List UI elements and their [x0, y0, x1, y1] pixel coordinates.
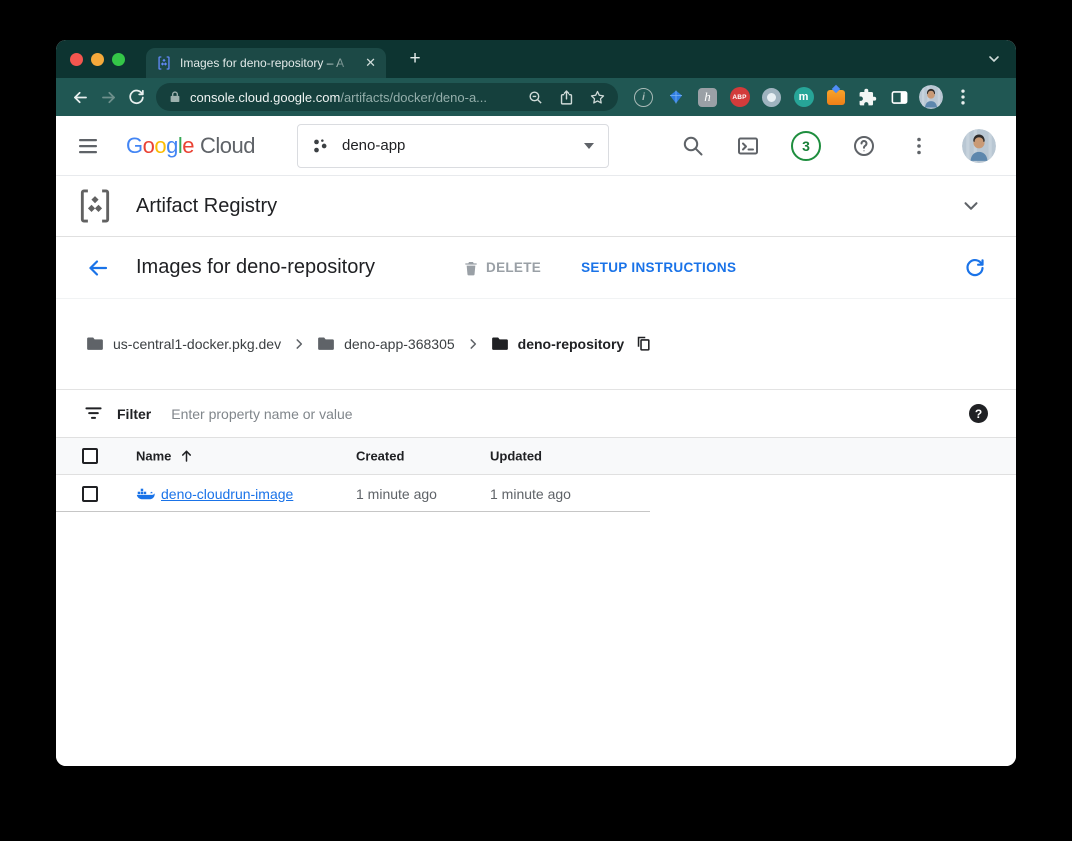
- folder-icon: [317, 336, 335, 352]
- created-value: 1 minute ago: [356, 486, 437, 502]
- logo-letter: e: [182, 133, 194, 159]
- delete-label: DELETE: [486, 260, 541, 275]
- product-chevron-down-icon[interactable]: [960, 195, 982, 217]
- product-title: Artifact Registry: [136, 195, 277, 218]
- breadcrumb-label: deno-repository: [518, 336, 625, 352]
- updated-value: 1 minute ago: [490, 486, 571, 502]
- zoom-window-button[interactable]: [112, 53, 125, 66]
- extension-bar: i h ABP m: [632, 86, 911, 109]
- help-icon[interactable]: [852, 134, 876, 158]
- h-extension-icon[interactable]: h: [698, 88, 717, 107]
- browser-window: Images for deno-repository – A ✕ +: [56, 40, 1016, 766]
- ring-extension-icon[interactable]: [762, 88, 781, 107]
- back-button[interactable]: [86, 256, 110, 280]
- page-action-bar: Images for deno-repository DELETE SETUP …: [56, 237, 1016, 299]
- folder-icon: [86, 336, 104, 352]
- breadcrumb-label: deno-app-368305: [344, 336, 455, 352]
- notifications-badge[interactable]: 3: [791, 131, 821, 161]
- filter-input[interactable]: [171, 406, 969, 422]
- image-link[interactable]: deno-cloudrun-image: [161, 486, 293, 502]
- account-avatar[interactable]: [962, 129, 996, 163]
- setup-instructions-button[interactable]: SETUP INSTRUCTIONS: [581, 260, 736, 275]
- refresh-icon[interactable]: [964, 257, 986, 279]
- browser-profile-avatar[interactable]: [919, 85, 943, 109]
- logo-letter: o: [154, 133, 166, 159]
- url-domain: console.cloud.google.com: [190, 90, 340, 105]
- row-checkbox[interactable]: [82, 486, 98, 502]
- logo-letter: g: [166, 133, 178, 159]
- adblock-plus-extension-icon[interactable]: ABP: [730, 87, 750, 107]
- new-tab-button[interactable]: +: [402, 46, 428, 72]
- table-header: Name Created Updated: [56, 438, 1016, 475]
- side-panel-icon[interactable]: [890, 88, 909, 107]
- sort-ascending-icon: [179, 449, 194, 464]
- filter-bar: Filter ?: [56, 390, 1016, 438]
- browser-tab[interactable]: Images for deno-repository – A ✕: [146, 48, 386, 78]
- extensions-puzzle-icon[interactable]: [858, 88, 877, 107]
- window-controls: [70, 53, 125, 66]
- trash-icon: [463, 259, 479, 277]
- more-options-dots-icon[interactable]: [907, 134, 931, 158]
- column-header-updated[interactable]: Updated: [490, 449, 542, 464]
- browser-back-button[interactable]: [66, 83, 94, 111]
- artifact-registry-favicon: [156, 55, 172, 71]
- minimize-window-button[interactable]: [91, 53, 104, 66]
- product-bar: Artifact Registry: [56, 176, 1016, 237]
- close-window-button[interactable]: [70, 53, 83, 66]
- project-name: deno-app: [342, 137, 584, 154]
- project-icon: [312, 137, 330, 155]
- artifact-registry-icon: [76, 187, 114, 225]
- browser-menu-dots-icon[interactable]: [953, 87, 973, 107]
- project-caret-down-icon: [584, 143, 594, 149]
- tab-close-icon[interactable]: ✕: [365, 55, 376, 71]
- filter-icon: [84, 406, 103, 422]
- info-extension-icon[interactable]: i: [634, 88, 653, 107]
- tab-title: Images for deno-repository – A: [180, 56, 359, 70]
- gcp-app-bar: Google Cloud deno-app 3: [56, 116, 1016, 176]
- column-header-name[interactable]: Name: [136, 449, 194, 464]
- google-cloud-logo[interactable]: Google Cloud: [126, 133, 255, 159]
- docker-image-icon: [136, 486, 155, 502]
- zoom-out-icon[interactable]: [527, 89, 544, 106]
- lock-icon: [168, 90, 182, 104]
- search-icon[interactable]: [681, 134, 705, 158]
- page-title: Images for deno-repository: [136, 256, 375, 279]
- select-all-checkbox[interactable]: [82, 448, 98, 464]
- logo-cloud-word: Cloud: [200, 133, 255, 159]
- breadcrumb-label: us-central1-docker.pkg.dev: [113, 336, 281, 352]
- m-extension-icon[interactable]: m: [794, 87, 814, 107]
- browser-toolbar: console.cloud.google.com/artifacts/docke…: [56, 78, 1016, 116]
- cloud-shell-icon[interactable]: [736, 134, 760, 158]
- url-path: /artifacts/docker/deno-a...: [340, 90, 487, 105]
- share-icon[interactable]: [558, 89, 575, 106]
- browser-forward-button[interactable]: [94, 83, 122, 111]
- breadcrumb-chevron-icon: [292, 337, 306, 351]
- tab-strip: Images for deno-repository – A ✕ +: [56, 40, 1016, 78]
- browser-reload-button[interactable]: [122, 83, 150, 111]
- hamburger-menu-icon[interactable]: [76, 134, 100, 158]
- copy-icon[interactable]: [635, 335, 652, 353]
- column-header-created[interactable]: Created: [356, 449, 404, 464]
- logo-letter: G: [126, 133, 143, 159]
- breadcrumb-item-project[interactable]: deno-app-368305: [317, 336, 455, 352]
- tabstrip-chevron-down-icon[interactable]: [986, 51, 1002, 67]
- filter-help-icon[interactable]: ?: [969, 404, 988, 423]
- table-empty-area: [56, 512, 1016, 766]
- diamond-extension-icon[interactable]: [667, 88, 685, 106]
- breadcrumb-item-repository: deno-repository: [491, 336, 625, 352]
- address-bar[interactable]: console.cloud.google.com/artifacts/docke…: [156, 83, 618, 111]
- bookmark-star-icon[interactable]: [589, 89, 606, 106]
- filter-label: Filter: [117, 406, 151, 422]
- desktop-background: Images for deno-repository – A ✕ +: [0, 0, 1072, 841]
- table-row: deno-cloudrun-image 1 minute ago 1 minut…: [56, 475, 1016, 512]
- breadcrumb-chevron-icon: [466, 337, 480, 351]
- breadcrumb: us-central1-docker.pkg.dev deno-app-3683…: [56, 299, 1016, 390]
- folder-icon: [491, 336, 509, 352]
- project-selector[interactable]: deno-app: [297, 124, 609, 168]
- basket-extension-icon[interactable]: [827, 90, 845, 105]
- delete-button[interactable]: DELETE: [463, 259, 541, 277]
- column-label: Name: [136, 449, 171, 464]
- logo-letter: o: [143, 133, 155, 159]
- breadcrumb-item-registry[interactable]: us-central1-docker.pkg.dev: [86, 336, 281, 352]
